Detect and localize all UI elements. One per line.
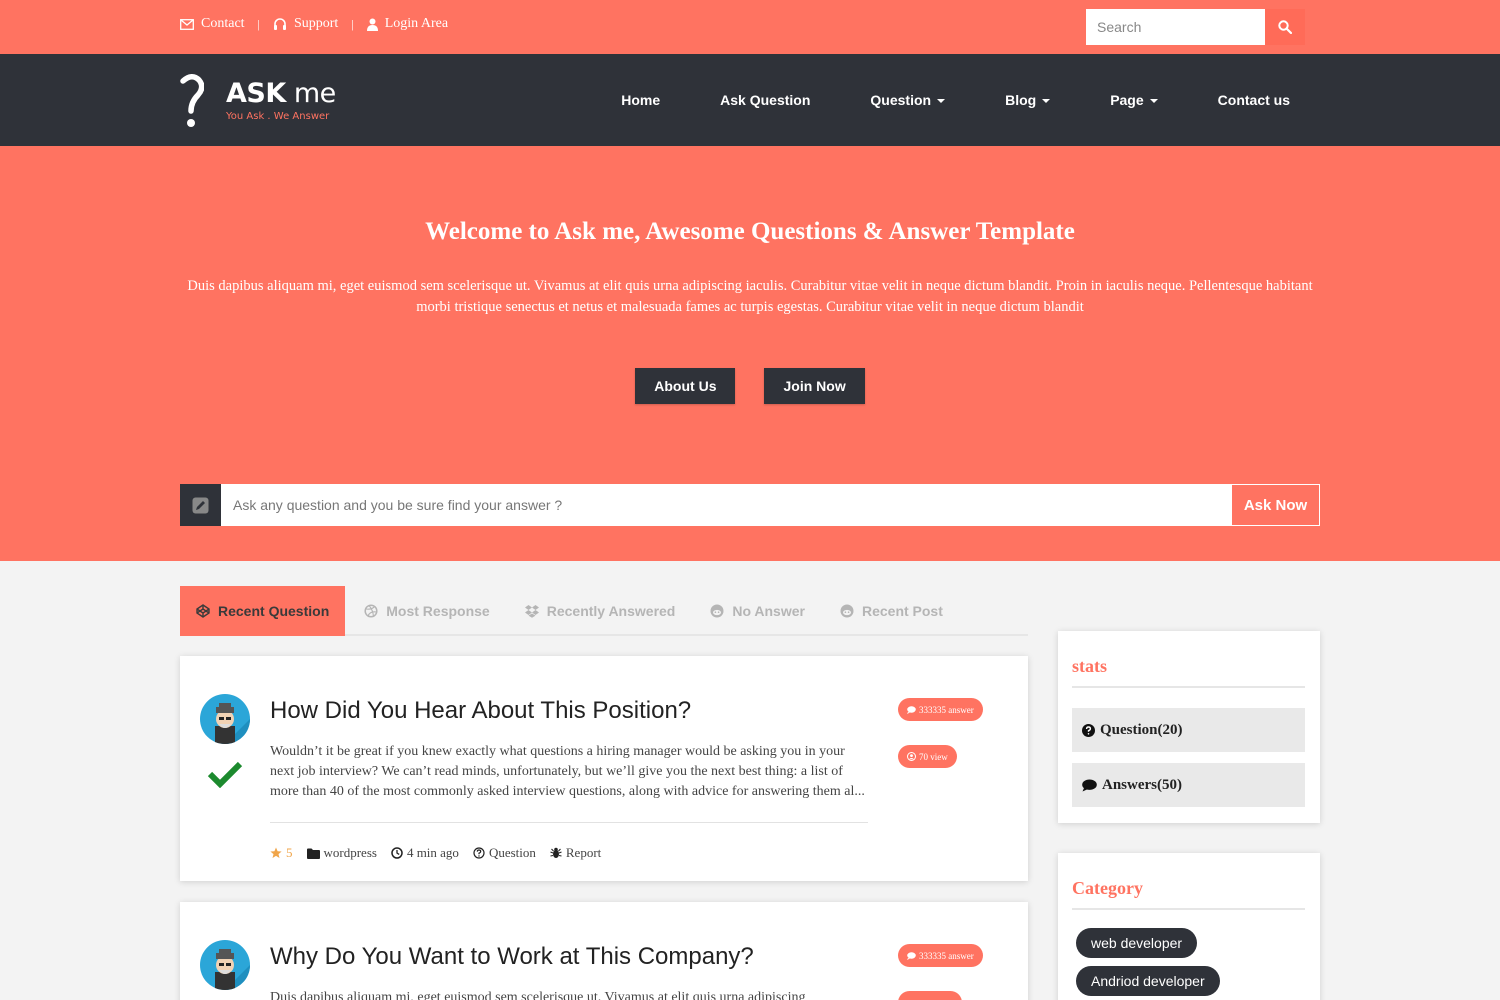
top-link-label: Support: [293, 16, 339, 31]
stat-questions: Question(20): [1072, 708, 1305, 752]
divider: [270, 822, 868, 823]
top-link-label: Contact: [201, 16, 245, 31]
logo-tagline: You Ask . We Answer: [226, 110, 330, 122]
logo-title: ASK me: [226, 77, 336, 109]
answers-badge[interactable]: 333335 answer: [898, 944, 983, 967]
envelope-icon: [180, 18, 194, 30]
widget-title: Category: [1072, 878, 1143, 898]
tab-most-response[interactable]: Most Response: [348, 586, 505, 636]
search-icon: [1278, 20, 1292, 34]
hero-buttons: About Us Join Now: [0, 368, 1500, 404]
top-link-contact[interactable]: Contact: [180, 16, 245, 32]
check-icon: [207, 761, 243, 788]
divider: [1072, 686, 1305, 688]
avatar[interactable]: [200, 940, 250, 990]
nav-item-contact-us[interactable]: Contact us: [1218, 92, 1290, 108]
question-meta: 5 wordpress 4 min ago Question Report: [270, 845, 601, 861]
stats-widget: stats Question(20) Answers(50): [1058, 631, 1320, 823]
separator: |: [257, 16, 260, 31]
top-search: [1086, 9, 1305, 45]
question-mark-logo-icon: [180, 74, 204, 127]
views-badge: 70 view: [898, 745, 957, 768]
site-logo[interactable]: ASK me You Ask . We Answer: [180, 70, 336, 130]
nav-item-blog[interactable]: Blog: [1005, 92, 1051, 108]
nav-item-page[interactable]: Page: [1110, 92, 1158, 108]
ask-question-input[interactable]: [221, 484, 1231, 526]
question-time: 4 min ago: [391, 845, 459, 861]
top-link-login[interactable]: Login Area: [366, 16, 449, 32]
stat-answers: Answers(50): [1072, 763, 1305, 807]
question-excerpt: Wouldn’t it be great if you knew exactly…: [270, 744, 865, 799]
tab-recently-answered[interactable]: Recently Answered: [509, 586, 692, 636]
hero-section: Welcome to Ask me, Awesome Questions & A…: [0, 146, 1500, 561]
headset-icon: [273, 17, 286, 30]
tab-no-answer[interactable]: No Answer: [694, 586, 821, 636]
top-bar: Contact | Support | Login Area: [0, 0, 1500, 54]
comment-icon: [1082, 779, 1097, 791]
comment-icon: [907, 705, 916, 714]
reddit-icon: [710, 604, 724, 618]
hero-text: Duis dapibus aliquam mi, eget euismod se…: [187, 278, 1313, 315]
dropbox-icon: [524, 605, 539, 618]
category-tag[interactable]: Andriod developer: [1076, 966, 1220, 996]
clock-icon: [391, 847, 403, 859]
edit-icon: [180, 484, 221, 526]
logo-text: ASK me You Ask . We Answer: [226, 77, 336, 122]
dribbble-icon: [364, 604, 378, 618]
divider: [1072, 908, 1305, 910]
user-icon: [366, 18, 378, 31]
nav-item-question[interactable]: Question: [870, 92, 946, 108]
question-circle-icon: [1082, 723, 1095, 737]
main-navbar: ASK me You Ask . We Answer Home Ask Ques…: [0, 54, 1500, 146]
search-button[interactable]: [1265, 9, 1305, 45]
tab-recent-question[interactable]: Recent Question: [180, 586, 346, 636]
codepen-icon: [196, 604, 210, 618]
caret-down-icon: [1042, 99, 1051, 103]
separator: |: [351, 16, 354, 31]
avatar[interactable]: [200, 694, 250, 744]
about-us-button[interactable]: About Us: [635, 368, 736, 404]
views-badge: [898, 991, 962, 1000]
report-link[interactable]: Report: [550, 845, 601, 861]
comment-icon: [907, 951, 916, 960]
user-circle-icon: [907, 752, 916, 761]
question-card: How Did You Hear About This Position? Wo…: [180, 656, 1028, 881]
question-excerpt: Duis dapibus aliquam mi, eget euismod se…: [270, 990, 806, 1000]
top-links: Contact | Support | Login Area: [180, 16, 448, 32]
top-link-support[interactable]: Support: [273, 16, 338, 32]
category-tag[interactable]: web developer: [1076, 928, 1198, 958]
caret-down-icon: [937, 99, 946, 103]
caret-down-icon: [1149, 99, 1158, 103]
reddit-icon: [840, 604, 854, 618]
category-link[interactable]: wordpress: [306, 845, 377, 861]
search-input[interactable]: [1086, 9, 1265, 45]
question-title[interactable]: Why Do You Want to Work at This Company?: [270, 943, 754, 971]
rating: 5: [270, 845, 293, 861]
question-circle-icon: [473, 847, 485, 859]
hero-title: Welcome to Ask me, Awesome Questions & A…: [425, 218, 1075, 245]
ask-question-bar: Ask Now: [180, 484, 1320, 526]
ask-now-button[interactable]: Ask Now: [1231, 484, 1320, 526]
folder-icon: [306, 848, 320, 859]
widget-title: stats: [1072, 656, 1107, 676]
question-title[interactable]: How Did You Hear About This Position?: [270, 697, 691, 725]
top-link-label: Login Area: [384, 16, 449, 31]
question-type[interactable]: Question: [473, 845, 536, 861]
answers-badge[interactable]: 333335 answer: [898, 698, 983, 721]
star-icon: [270, 847, 282, 858]
question-tabs: Recent Question Most Response Recently A…: [180, 586, 1028, 636]
nav-menu: Home Ask Question Question Blog Page Con…: [561, 54, 1290, 146]
bug-icon: [550, 847, 562, 858]
nav-item-home[interactable]: Home: [621, 92, 660, 108]
question-card: Why Do You Want to Work at This Company?…: [180, 902, 1028, 1000]
join-now-button[interactable]: Join Now: [764, 368, 865, 404]
category-widget: Category web developer Andriod developer: [1058, 853, 1320, 1000]
nav-item-ask-question[interactable]: Ask Question: [720, 92, 810, 108]
tab-recent-post[interactable]: Recent Post: [824, 586, 959, 636]
